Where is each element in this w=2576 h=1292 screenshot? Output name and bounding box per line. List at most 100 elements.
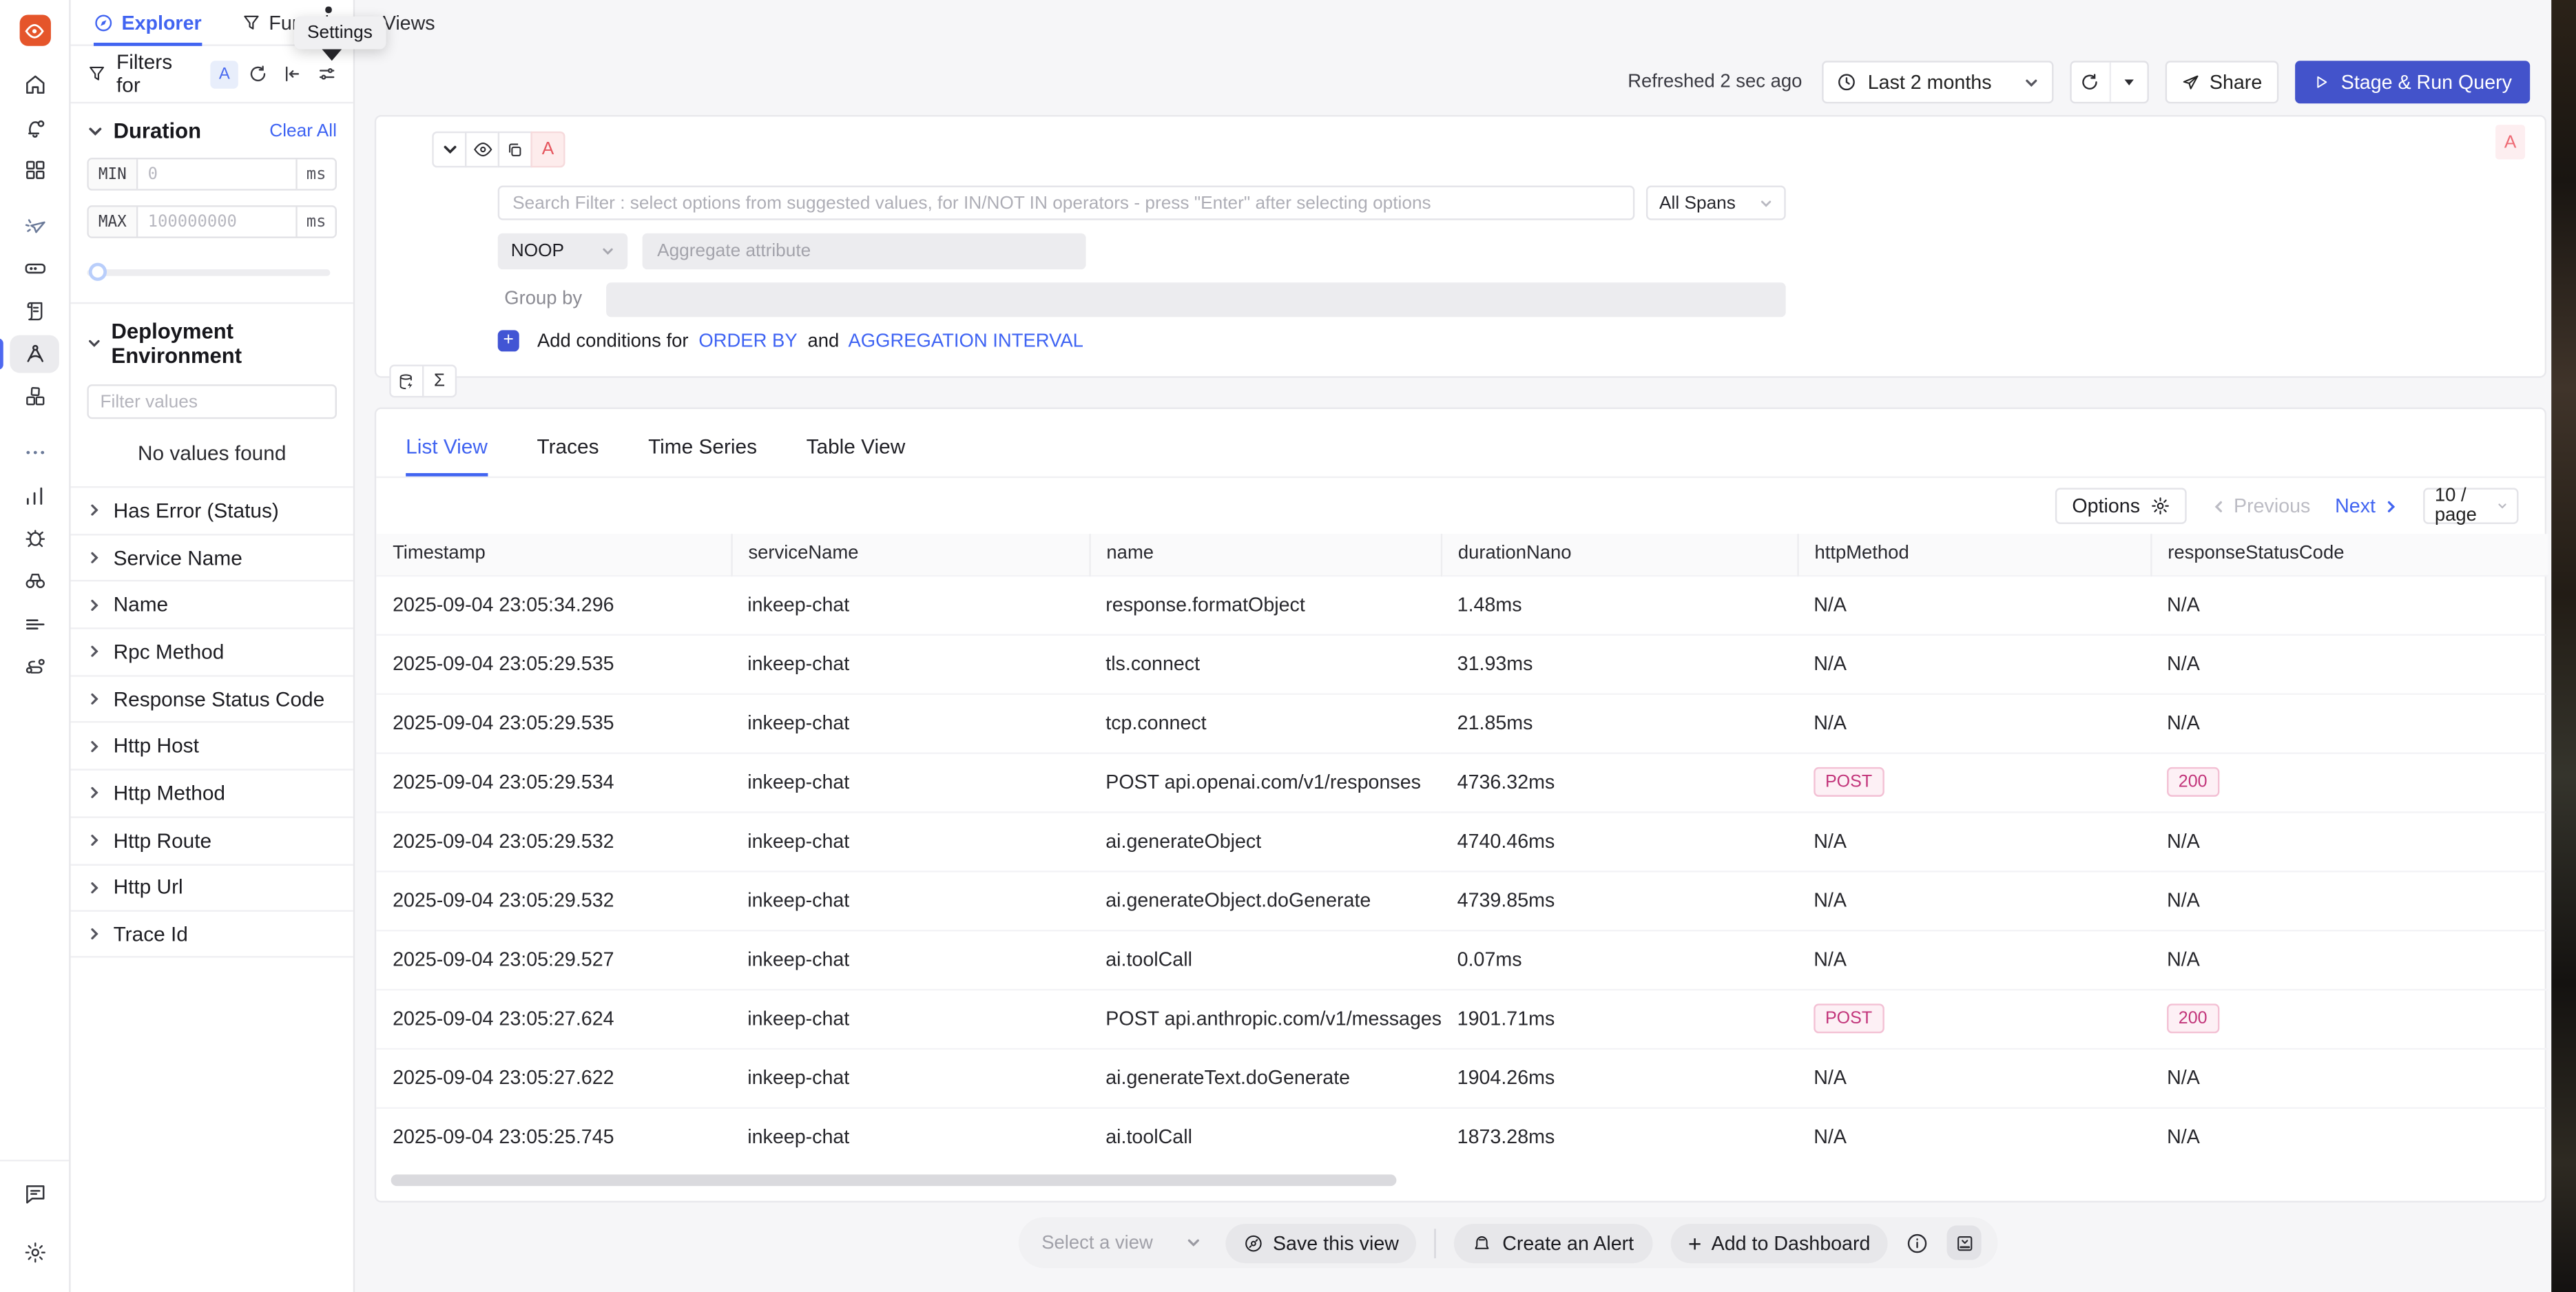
- cell-name[interactable]: ai.toolCall: [1089, 1107, 1440, 1167]
- hide-query-button[interactable]: [465, 132, 499, 167]
- table-row[interactable]: 2025-09-04 23:05:29.532 inkeep-chat ai.g…: [376, 811, 2548, 871]
- cell-duration[interactable]: 31.93ms: [1441, 634, 1798, 694]
- cell-service[interactable]: inkeep-chat: [731, 811, 1089, 871]
- refresh-menu-button[interactable]: [2109, 63, 2147, 102]
- filter-attribute-item[interactable]: Response Status Code: [71, 675, 353, 722]
- filter-attribute-item[interactable]: Http Method: [71, 769, 353, 816]
- signoz-logo-icon[interactable]: [19, 14, 50, 45]
- cell-service[interactable]: inkeep-chat: [731, 989, 1089, 1048]
- cell-name[interactable]: POST api.anthropic.com/v1/messages: [1089, 989, 1440, 1048]
- copy-query-button[interactable]: [498, 132, 532, 167]
- chevron-down-icon[interactable]: [87, 335, 101, 352]
- cell-service[interactable]: inkeep-chat: [731, 930, 1089, 989]
- save-view-button[interactable]: Save this view: [1225, 1223, 1417, 1262]
- group-by-input[interactable]: [606, 282, 1786, 317]
- view-tab[interactable]: Traces: [537, 435, 599, 477]
- filter-attribute-item[interactable]: Has Error (Status): [71, 486, 353, 533]
- cell-duration[interactable]: 0.07ms: [1441, 930, 1798, 989]
- cell-duration[interactable]: 4736.32ms: [1441, 752, 1798, 811]
- info-icon[interactable]: [1907, 1231, 1929, 1254]
- nav-infrastructure-icon[interactable]: [10, 378, 59, 416]
- table-row[interactable]: 2025-09-04 23:05:29.535 inkeep-chat tls.…: [376, 634, 2548, 694]
- col-timestamp[interactable]: Timestamp: [376, 534, 731, 575]
- cell-duration[interactable]: 1.48ms: [1441, 575, 1798, 634]
- cell-http-method[interactable]: N/A: [1797, 575, 2150, 634]
- aggregate-operator-select[interactable]: NOOP: [498, 233, 627, 269]
- cell-status[interactable]: N/A: [2150, 930, 2548, 989]
- nav-traces-icon[interactable]: [10, 335, 59, 373]
- table-row[interactable]: 2025-09-04 23:05:25.745 inkeep-chat ai.t…: [376, 1107, 2548, 1167]
- cell-name[interactable]: tls.connect: [1089, 634, 1440, 694]
- share-button[interactable]: Share: [2165, 61, 2278, 103]
- table-row[interactable]: 2025-09-04 23:05:29.527 inkeep-chat ai.t…: [376, 930, 2548, 989]
- next-page-button[interactable]: Next: [2335, 494, 2398, 517]
- create-alert-button[interactable]: Create an Alert: [1455, 1223, 1652, 1262]
- nav-dashboards-icon[interactable]: [10, 151, 59, 189]
- cell-duration[interactable]: 4739.85ms: [1441, 871, 1798, 930]
- cell-service[interactable]: inkeep-chat: [731, 871, 1089, 930]
- cell-status[interactable]: N/A: [2150, 1048, 2548, 1107]
- cell-service[interactable]: inkeep-chat: [731, 1107, 1089, 1167]
- cell-http-method[interactable]: N/A: [1797, 694, 2150, 753]
- clear-all-link[interactable]: Clear All: [269, 121, 337, 140]
- shortcut-panel-button[interactable]: [1948, 1225, 1982, 1260]
- tab-explorer[interactable]: Explorer: [94, 0, 202, 44]
- cell-duration[interactable]: 21.85ms: [1441, 694, 1798, 753]
- nav-home-icon[interactable]: [10, 65, 59, 103]
- query-a-badge-right[interactable]: A: [2495, 125, 2525, 159]
- slider-thumb[interactable]: [89, 262, 107, 280]
- horizontal-scrollbar[interactable]: [391, 1174, 1397, 1186]
- cell-status[interactable]: N/A: [2150, 811, 2548, 871]
- cell-duration[interactable]: 1873.28ms: [1441, 1107, 1798, 1167]
- cell-http-method[interactable]: N/A: [1797, 811, 2150, 871]
- cell-timestamp[interactable]: 2025-09-04 23:05:29.527: [376, 930, 731, 989]
- filter-settings-icon[interactable]: [317, 64, 337, 84]
- cell-timestamp[interactable]: 2025-09-04 23:05:27.622: [376, 1048, 731, 1107]
- collapse-query-button[interactable]: [432, 132, 466, 167]
- cell-service[interactable]: inkeep-chat: [731, 634, 1089, 694]
- aggregate-attribute-input[interactable]: Aggregate attribute: [643, 233, 1086, 269]
- cell-name[interactable]: ai.generateText.doGenerate: [1089, 1048, 1440, 1107]
- nav-more-icon[interactable]: [10, 434, 59, 472]
- cell-timestamp[interactable]: 2025-09-04 23:05:29.532: [376, 871, 731, 930]
- cell-duration[interactable]: 1901.71ms: [1441, 989, 1798, 1048]
- cell-status[interactable]: N/A: [2150, 871, 2548, 930]
- cell-name[interactable]: POST api.openai.com/v1/responses: [1089, 752, 1440, 811]
- cell-timestamp[interactable]: 2025-09-04 23:05:29.535: [376, 694, 731, 753]
- chevron-down-icon[interactable]: [87, 123, 103, 139]
- filter-attribute-item[interactable]: Http Route: [71, 816, 353, 863]
- cell-name[interactable]: ai.toolCall: [1089, 930, 1440, 989]
- cell-service[interactable]: inkeep-chat: [731, 1048, 1089, 1107]
- cell-timestamp[interactable]: 2025-09-04 23:05:34.296: [376, 575, 731, 634]
- nav-metrics-icon[interactable]: [10, 477, 59, 514]
- filter-values-input[interactable]: Filter values: [87, 384, 337, 419]
- view-tab[interactable]: Table View: [807, 435, 906, 477]
- options-button[interactable]: Options: [2056, 488, 2186, 523]
- cell-status[interactable]: 200: [2150, 752, 2548, 811]
- cell-status[interactable]: N/A: [2150, 1107, 2548, 1167]
- cell-http-method[interactable]: N/A: [1797, 871, 2150, 930]
- cell-timestamp[interactable]: 2025-09-04 23:05:29.532: [376, 811, 731, 871]
- formula-button[interactable]: Σ: [422, 365, 457, 398]
- span-scope-select[interactable]: All Spans: [1646, 186, 1786, 220]
- tab-views[interactable]: Views: [383, 0, 435, 44]
- filter-attribute-item[interactable]: Http Url: [71, 863, 353, 910]
- cell-service[interactable]: inkeep-chat: [731, 575, 1089, 634]
- query-a-chip[interactable]: A: [211, 60, 238, 88]
- cell-http-method[interactable]: POST: [1797, 989, 2150, 1048]
- time-range-select[interactable]: Last 2 months: [1822, 61, 2053, 103]
- nav-service-map-icon[interactable]: [10, 562, 59, 600]
- cell-http-method[interactable]: N/A: [1797, 634, 2150, 694]
- cell-service[interactable]: inkeep-chat: [731, 694, 1089, 753]
- nav-billing-icon[interactable]: [10, 605, 59, 643]
- table-row[interactable]: 2025-09-04 23:05:29.534 inkeep-chat POST…: [376, 752, 2548, 811]
- cell-http-method[interactable]: POST: [1797, 752, 2150, 811]
- table-row[interactable]: 2025-09-04 23:05:34.296 inkeep-chat resp…: [376, 575, 2548, 634]
- cell-timestamp[interactable]: 2025-09-04 23:05:25.745: [376, 1107, 731, 1167]
- cell-name[interactable]: tcp.connect: [1089, 694, 1440, 753]
- filter-attribute-item[interactable]: Service Name: [71, 533, 353, 580]
- cell-duration[interactable]: 1904.26ms: [1441, 1048, 1798, 1107]
- cell-status[interactable]: 200: [2150, 989, 2548, 1048]
- col-http-method[interactable]: httpMethod: [1797, 534, 2150, 575]
- nav-logs-icon[interactable]: [10, 293, 59, 331]
